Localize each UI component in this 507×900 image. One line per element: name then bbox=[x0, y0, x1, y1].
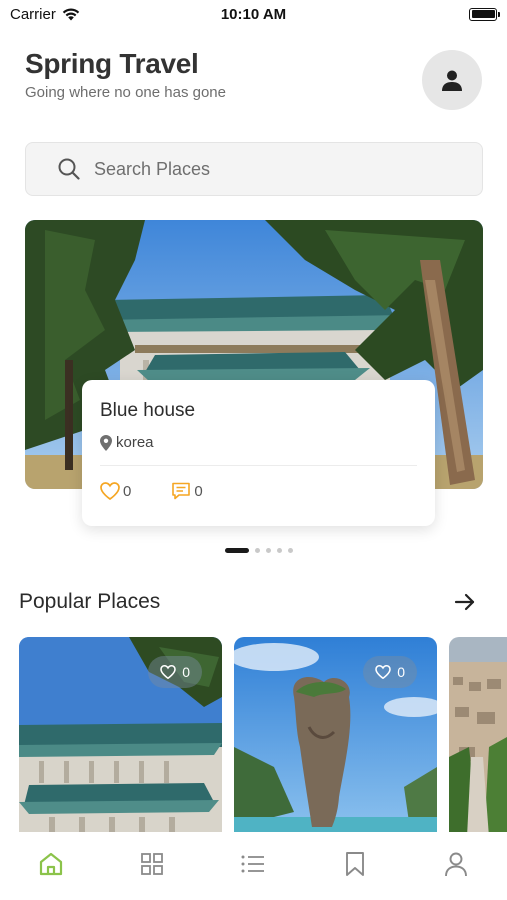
comment-count: 0 bbox=[194, 482, 203, 500]
carousel-pager[interactable] bbox=[0, 548, 507, 553]
status-bar: Carrier 10:10 AM bbox=[0, 0, 507, 28]
home-icon bbox=[39, 852, 62, 876]
featured-location-label: korea bbox=[116, 434, 154, 451]
like-count: 0 bbox=[182, 664, 190, 680]
user-icon bbox=[442, 70, 462, 91]
pager-dot[interactable] bbox=[265, 548, 271, 553]
search-bar[interactable] bbox=[25, 142, 483, 196]
comment-icon bbox=[172, 482, 191, 500]
heart-icon bbox=[375, 665, 391, 679]
featured-location: korea bbox=[100, 434, 417, 451]
bottom-tab-bar bbox=[0, 832, 507, 900]
arrow-right-icon[interactable] bbox=[453, 590, 477, 614]
city-thumbnail bbox=[449, 637, 507, 837]
list-icon bbox=[241, 855, 265, 873]
app-subtitle: Going where no one has gone bbox=[25, 84, 226, 101]
pager-dot[interactable] bbox=[276, 548, 282, 553]
wifi-icon bbox=[62, 8, 80, 21]
popular-place-card[interactable]: 0 bbox=[234, 637, 437, 837]
like-pill[interactable]: 0 bbox=[148, 656, 202, 688]
header: Spring Travel Going where no one has gon… bbox=[25, 48, 482, 112]
featured-info-card[interactable]: Blue house korea 0 0 bbox=[82, 380, 435, 526]
profile-icon bbox=[445, 852, 468, 877]
search-input[interactable] bbox=[94, 158, 434, 180]
bookmark-icon bbox=[345, 852, 364, 876]
divider bbox=[100, 465, 417, 466]
pager-dot[interactable] bbox=[287, 548, 293, 553]
tab-profile[interactable] bbox=[436, 844, 476, 884]
grid-icon bbox=[141, 853, 163, 875]
popular-places-title: Popular Places bbox=[19, 590, 161, 613]
carrier-label: Carrier bbox=[10, 5, 56, 23]
location-pin-icon bbox=[100, 434, 112, 451]
featured-stats: 0 0 bbox=[100, 482, 417, 500]
heart-icon bbox=[160, 665, 176, 679]
search-icon bbox=[58, 158, 80, 180]
tab-list[interactable] bbox=[233, 844, 273, 884]
battery-icon bbox=[469, 7, 500, 21]
like-stat[interactable]: 0 bbox=[100, 482, 131, 500]
tab-grid[interactable] bbox=[132, 844, 172, 884]
avatar-button[interactable] bbox=[422, 50, 482, 110]
heart-icon bbox=[100, 482, 120, 500]
tab-home[interactable] bbox=[31, 844, 71, 884]
featured-title: Blue house bbox=[100, 400, 196, 421]
popular-place-card[interactable]: 0 bbox=[19, 637, 222, 837]
like-count: 0 bbox=[123, 482, 132, 500]
like-pill[interactable]: 0 bbox=[363, 656, 417, 688]
status-left: Carrier bbox=[10, 6, 80, 23]
comment-stat[interactable]: 0 bbox=[171, 482, 203, 500]
popular-place-card[interactable] bbox=[449, 637, 507, 837]
pager-dot-active[interactable] bbox=[224, 548, 249, 553]
pager-dot[interactable] bbox=[254, 548, 260, 553]
tab-bookmark[interactable] bbox=[335, 844, 375, 884]
like-count: 0 bbox=[397, 664, 405, 680]
app-title: Spring Travel bbox=[25, 48, 199, 79]
